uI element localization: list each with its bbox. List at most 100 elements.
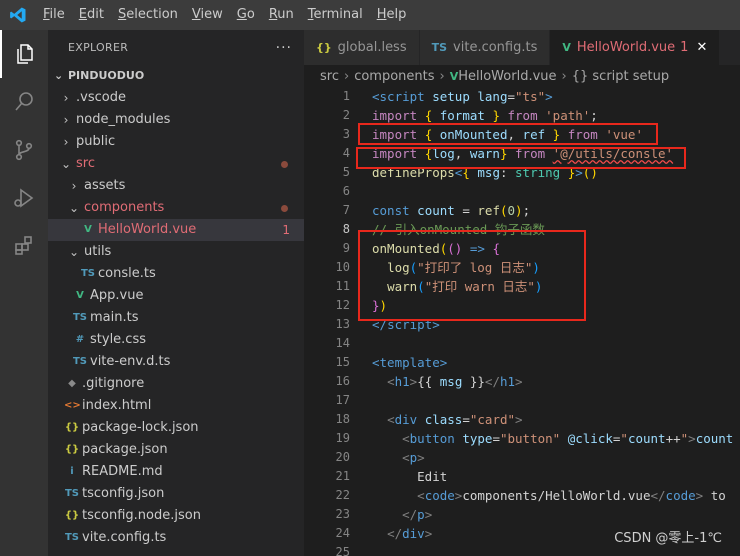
tree-file[interactable]: {} package-lock.json <box>48 417 304 439</box>
tree-item-label: node_modules <box>76 112 171 127</box>
json-file-icon: {} <box>64 444 80 455</box>
file-tree: › .vscode › node_modules › public ⌄ src › assets ⌄… <box>48 87 304 549</box>
tree-file[interactable]: TS vite.config.ts <box>48 527 304 549</box>
code-token: }} <box>462 374 485 389</box>
tree-folder[interactable]: › .vscode <box>48 87 304 109</box>
tree-item-label: .vscode <box>76 90 126 105</box>
code-token: setup <box>424 89 470 104</box>
extensions-icon[interactable] <box>0 222 48 270</box>
code-token: > <box>545 89 553 104</box>
code-token: script <box>379 89 425 104</box>
activity-bar <box>0 30 48 556</box>
tab-helloworld-vue[interactable]: V HelloWorld.vue 1 ✕ <box>550 30 721 65</box>
run-debug-icon[interactable] <box>0 174 48 222</box>
tree-folder[interactable]: › node_modules <box>48 109 304 131</box>
tree-file[interactable]: {} package.json <box>48 439 304 461</box>
code-token: Edit <box>372 469 448 484</box>
code-token: 0 <box>507 203 516 218</box>
project-root[interactable]: ⌄ PINDUODUO <box>48 65 304 87</box>
tree-file[interactable]: TS tsconfig.json <box>48 483 304 505</box>
code-token: > <box>439 355 448 370</box>
line-number: 11 <box>335 279 350 293</box>
more-actions-icon[interactable]: ··· <box>276 40 292 56</box>
line-number: 18 <box>335 412 350 426</box>
code-token: lang <box>477 89 508 104</box>
code-token: format <box>439 108 485 123</box>
tab-global-less[interactable]: {} global.less <box>304 30 420 65</box>
code-editor[interactable]: 1 2 3 4 5 6 7 8 9 10 11 12 13 14 15 16 17 18 19 20 21 22 23 24 2… <box>304 87 740 556</box>
code-token: < <box>387 374 395 389</box>
line-number: 21 <box>335 469 350 483</box>
tree-folder[interactable]: ⌄ utils <box>48 241 304 263</box>
tree-item-label: utils <box>84 244 112 259</box>
tree-folder[interactable]: ⌄ src <box>48 153 304 175</box>
tree-folder[interactable]: › assets <box>48 175 304 197</box>
menu-item-view[interactable]: View <box>185 0 230 30</box>
code-token: components/HelloWorld.vue <box>462 488 651 503</box>
code-token: template <box>379 355 440 370</box>
menu-item-selection[interactable]: Selection <box>111 0 185 30</box>
breadcrumb-item[interactable]: src <box>320 69 339 84</box>
tree-file[interactable]: V HelloWorld.vue 1 <box>48 219 304 241</box>
chevron-right-icon: › <box>63 113 69 127</box>
tree-file[interactable]: V App.vue <box>48 285 304 307</box>
code-token: count <box>417 203 455 218</box>
menu-item-terminal[interactable]: Terminal <box>301 0 370 30</box>
code-line: <script setup lang="ts"> <box>372 87 740 106</box>
tree-file[interactable]: {} tsconfig.node.json <box>48 505 304 527</box>
tree-file[interactable]: <> index.html <box>48 395 304 417</box>
ts-file-icon: TS <box>80 268 96 279</box>
editor-tabs: {} global.less TS vite.config.ts V HelloWorld… <box>304 30 740 65</box>
code-token: = <box>454 203 478 218</box>
vue-file-icon: V <box>449 69 459 83</box>
breadcrumb-item[interactable]: HelloWorld.vue <box>458 69 556 84</box>
line-number: 4 <box>342 146 350 160</box>
menu-item-help[interactable]: Help <box>370 0 414 30</box>
chevron-down-icon: ⌄ <box>60 157 72 171</box>
menu-item-run[interactable]: Run <box>262 0 301 30</box>
chevron-right-icon: › <box>561 68 567 84</box>
line-number: 5 <box>342 165 350 179</box>
menu-item-go[interactable]: Go <box>230 0 262 30</box>
code-token: > <box>417 450 425 465</box>
line-number: 22 <box>335 488 350 502</box>
breadcrumb-item[interactable]: components <box>354 69 434 84</box>
files-icon[interactable] <box>0 30 48 78</box>
line-number: 9 <box>342 241 350 255</box>
menu-item-edit[interactable]: Edit <box>72 0 111 30</box>
tree-file[interactable]: TS vite-env.d.ts <box>48 351 304 373</box>
tree-file[interactable]: TS main.ts <box>48 307 304 329</box>
code-line: <button type="button" @click="count++">c… <box>372 429 740 448</box>
close-icon[interactable]: ✕ <box>696 40 707 55</box>
chevron-down-icon: ⌄ <box>68 201 80 215</box>
vue-file-icon: V <box>84 224 92 235</box>
html-file-icon: <> <box>64 400 81 411</box>
watermark: CSDN @零上-1℃ <box>614 531 722 546</box>
menu-item-file[interactable]: File <box>36 0 72 30</box>
code-token: class <box>424 412 463 427</box>
code-line: <p> <box>372 448 740 467</box>
tree-file[interactable]: TS consle.ts <box>48 263 304 285</box>
code-token: ref <box>477 203 500 218</box>
highlight-box-import-vue <box>358 123 658 145</box>
tab-vite-config-ts[interactable]: TS vite.config.ts <box>419 30 551 65</box>
tree-file[interactable]: # style.css <box>48 329 304 351</box>
search-icon[interactable] <box>0 78 48 126</box>
tree-folder[interactable]: › public <box>48 131 304 153</box>
tree-file[interactable]: ◆ .gitignore <box>48 373 304 395</box>
code-line: <code>components/HelloWorld.vue</code> t… <box>372 486 740 505</box>
tree-file[interactable]: i README.md <box>48 461 304 483</box>
json-file-icon: {} <box>64 422 80 433</box>
line-number: 10 <box>335 260 350 274</box>
code-token: = <box>492 431 500 446</box>
code-token: </ <box>402 507 418 522</box>
code-line: <template> <box>372 353 740 372</box>
line-number: 23 <box>335 507 350 521</box>
breadcrumb-item[interactable]: {} script setup <box>572 69 669 84</box>
code-token: msg <box>439 374 463 389</box>
code-token: > <box>424 507 433 522</box>
source-control-icon[interactable] <box>0 126 48 174</box>
tree-folder[interactable]: ⌄ components <box>48 197 304 219</box>
